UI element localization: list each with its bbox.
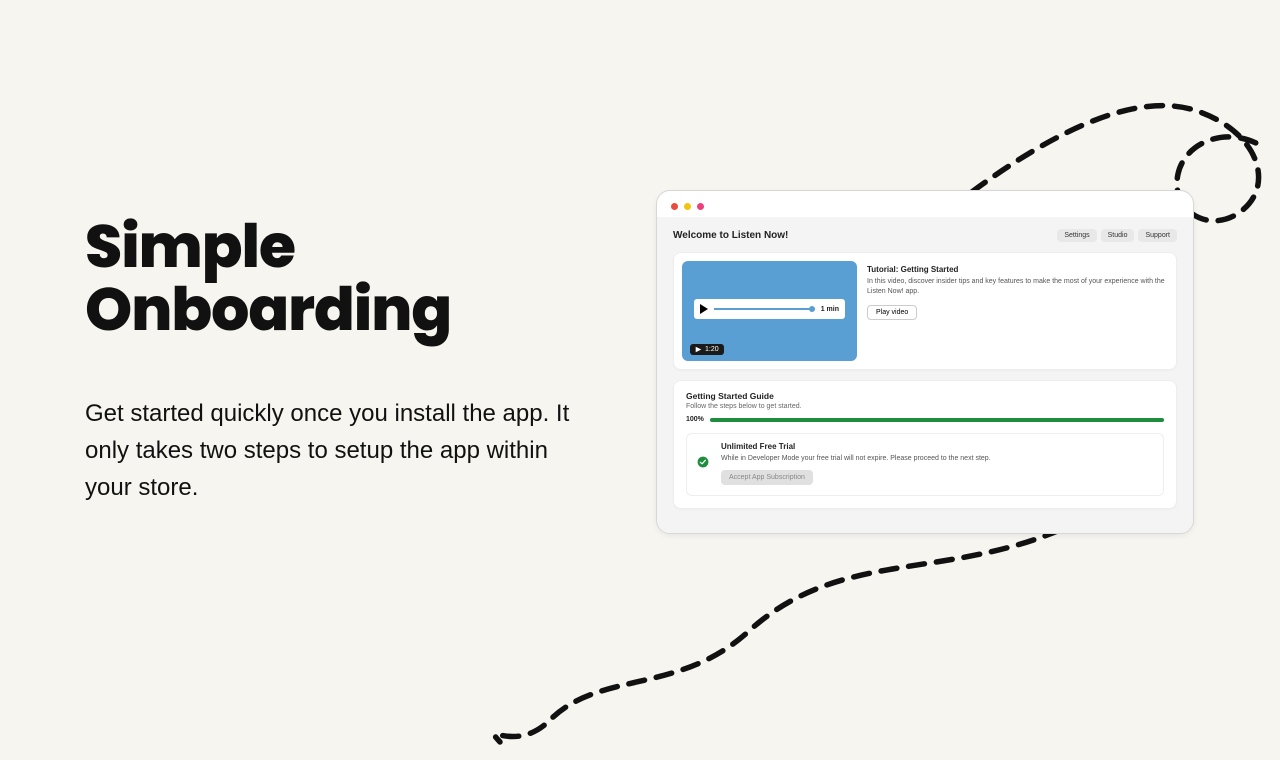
accept-subscription-button[interactable]: Accept App Subscription [721,470,813,485]
check-complete-icon [697,456,709,470]
step-description: While in Developer Mode your free trial … [721,455,1153,462]
support-button[interactable]: Support [1138,229,1177,242]
decorative-swirl-bottom [420,520,1080,760]
tutorial-card: 1 min 1:20 Tutorial: Getting Started In … [673,252,1177,370]
browser-window: Welcome to Listen Now! Settings Studio S… [656,190,1194,534]
app-body: Welcome to Listen Now! Settings Studio S… [657,217,1193,533]
app-welcome-title: Welcome to Listen Now! [673,230,788,241]
tutorial-description: In this video, discover insider tips and… [867,277,1168,297]
play-video-button[interactable]: Play video [867,305,917,320]
traffic-light-minimize-icon [684,203,691,210]
video-thumbnail[interactable]: 1 min 1:20 [682,261,857,361]
traffic-light-close-icon [671,203,678,210]
hero-description: Get started quickly once you install the… [85,395,595,507]
step-unlimited-free-trial: Unlimited Free Trial While in Developer … [686,433,1164,496]
tutorial-title: Tutorial: Getting Started [867,265,1168,274]
play-icon[interactable] [700,304,708,314]
guide-card: Getting Started Guide Follow the steps b… [673,380,1177,509]
play-small-icon [695,346,702,353]
video-progress-bar[interactable] [714,308,815,310]
video-controls: 1 min [694,299,845,319]
video-time-badge: 1:20 [690,344,724,355]
traffic-light-zoom-icon [697,203,704,210]
settings-button[interactable]: Settings [1057,229,1096,242]
video-badge-time: 1:20 [705,346,719,353]
video-duration-label: 1 min [821,306,839,313]
guide-subtitle: Follow the steps below to get started. [686,403,1164,410]
studio-button[interactable]: Studio [1101,229,1135,242]
progress-bar [710,418,1164,422]
step-title: Unlimited Free Trial [721,442,1153,451]
guide-title: Getting Started Guide [686,391,1164,401]
hero-title: Simple Onboarding [85,215,595,341]
browser-titlebar [657,197,1193,215]
progress-percent: 100% [686,416,704,423]
hero-title-line2: Onboarding [85,267,451,351]
